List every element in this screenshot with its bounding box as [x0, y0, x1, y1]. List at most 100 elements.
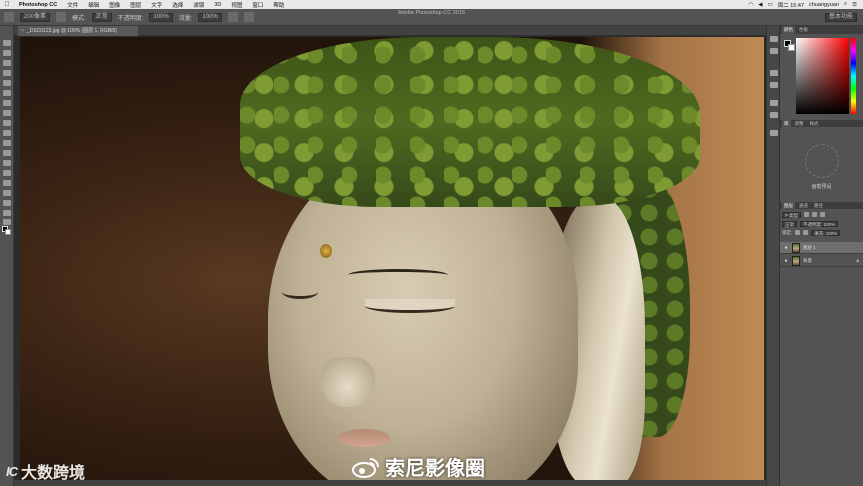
- panel-icon-strip: [766, 26, 780, 486]
- tab-adjustments[interactable]: 调整: [793, 120, 806, 127]
- tab-styles[interactable]: 样式: [808, 120, 821, 127]
- lock-pixels-icon[interactable]: [795, 230, 801, 235]
- menubar-status-area: ◠ ◀ ▭ 周二 15:47 chuangyuan ⌕ ☰: [748, 1, 863, 9]
- opacity-input[interactable]: 100%: [149, 12, 173, 22]
- layer-name[interactable]: 背景: [803, 258, 812, 264]
- tab-swatches[interactable]: 色板: [797, 26, 810, 34]
- layer-row[interactable]: ● 图层 1: [780, 242, 863, 254]
- layer-fill-input[interactable]: 填充: 100%: [811, 229, 841, 236]
- clock-text[interactable]: 周二 15:47: [778, 1, 804, 9]
- wifi-icon[interactable]: ◠: [748, 2, 753, 8]
- status-bar: [14, 480, 766, 486]
- layer-row[interactable]: ● 背景 🔒︎: [780, 255, 863, 267]
- path-select-tool-icon[interactable]: [3, 200, 11, 206]
- type-tool-icon[interactable]: [3, 190, 11, 196]
- menu-image[interactable]: 图像: [104, 1, 125, 9]
- eyedropper-tool-icon[interactable]: [3, 90, 11, 96]
- layers-panel-tabs: 图层 通道 路径: [780, 202, 863, 209]
- menu-help[interactable]: 帮助: [268, 1, 289, 9]
- menu-layer[interactable]: 图层: [125, 1, 146, 9]
- layer-kind-filter[interactable]: P 类型: [782, 211, 802, 218]
- filter-type-icon[interactable]: [820, 212, 826, 217]
- battery-icon[interactable]: ▭: [767, 2, 772, 8]
- airbrush-icon[interactable]: [227, 12, 238, 22]
- brush-panel-icon[interactable]: [770, 70, 778, 76]
- lasso-tool-icon[interactable]: [3, 60, 11, 66]
- move-tool-icon[interactable]: [3, 40, 11, 46]
- document-tab[interactable]: × _DSC0123.jpg @ 100% (图层 1, RGB/8): [18, 26, 138, 36]
- visibility-eye-icon[interactable]: ●: [783, 258, 789, 264]
- healing-brush-tool-icon[interactable]: [3, 100, 11, 106]
- quick-select-tool-icon[interactable]: [3, 70, 11, 76]
- menu-filter[interactable]: 滤镜: [188, 1, 209, 9]
- brush-presets-label: 画笔预设: [811, 184, 832, 190]
- menu-type[interactable]: 文字: [146, 1, 167, 9]
- hand-tool-icon[interactable]: [3, 210, 11, 216]
- mode-select[interactable]: 正常: [91, 12, 112, 22]
- tab-paths[interactable]: 路径: [812, 202, 825, 209]
- menu-3d[interactable]: 3D: [209, 2, 226, 8]
- document-canvas[interactable]: [20, 37, 764, 480]
- menu-file[interactable]: 文件: [62, 1, 83, 9]
- apple-icon[interactable]: : [0, 1, 14, 8]
- background-color-swatch[interactable]: [5, 229, 11, 235]
- filter-pixel-icon[interactable]: [804, 212, 810, 217]
- weibo-text: 索尼影像圈: [385, 458, 485, 480]
- menu-edit[interactable]: 编辑: [83, 1, 104, 9]
- pen-tool-icon[interactable]: [3, 180, 11, 186]
- menu-window[interactable]: 窗口: [247, 1, 268, 9]
- gradient-tool-icon[interactable]: [3, 150, 11, 156]
- menu-list-icon[interactable]: ☰: [852, 2, 857, 8]
- color-panel-tabs: 颜色 色板: [780, 26, 863, 34]
- tab-channels[interactable]: 通道: [797, 202, 810, 209]
- visibility-eye-icon[interactable]: ●: [783, 245, 789, 251]
- background-color-chip[interactable]: [788, 44, 795, 51]
- crop-tool-icon[interactable]: [3, 80, 11, 86]
- brush-tool-icon[interactable]: [3, 110, 11, 116]
- dodge-tool-icon[interactable]: [3, 170, 11, 176]
- zoom-tool-icon[interactable]: [3, 219, 11, 225]
- library-panel-tabs: 库 调整 样式: [780, 120, 863, 127]
- clone-source-panel-icon[interactable]: [770, 82, 778, 88]
- layer-opacity-input[interactable]: 不透明度: 100%: [800, 220, 839, 227]
- brush-tool-preset-icon[interactable]: [4, 12, 14, 22]
- tab-color[interactable]: 颜色: [782, 26, 795, 34]
- workspace-select[interactable]: 基本功能: [824, 12, 857, 22]
- lock-icon: 🔒︎: [856, 257, 859, 264]
- volume-icon[interactable]: ◀: [758, 2, 762, 8]
- blend-mode-select[interactable]: 正常: [782, 220, 797, 227]
- hue-slider[interactable]: [851, 38, 856, 114]
- document-tab-bar: × _DSC0123.jpg @ 100% (图层 1, RGB/8): [14, 26, 766, 36]
- tab-layers[interactable]: 图层: [782, 202, 795, 209]
- marquee-tool-icon[interactable]: [3, 50, 11, 56]
- brush-size-picker[interactable]: 200像素: [20, 12, 51, 22]
- color-field[interactable]: [796, 38, 849, 114]
- close-icon[interactable]: ×: [21, 28, 24, 34]
- options-bar: 200像素 模式: 正常 不透明度: 100% 流量: 100% 基本功能: [0, 9, 863, 26]
- flow-input[interactable]: 100%: [198, 12, 222, 22]
- lock-row: 锁定: 填充: 100%: [782, 229, 861, 236]
- tab-libraries[interactable]: 库: [782, 120, 791, 127]
- character-panel-icon[interactable]: [770, 100, 778, 106]
- layer-name[interactable]: 图层 1: [803, 245, 816, 251]
- filter-adjustment-icon[interactable]: [812, 212, 818, 217]
- history-brush-tool-icon[interactable]: [3, 130, 11, 136]
- brush-panel-toggle-icon[interactable]: [56, 12, 67, 22]
- menu-app-name[interactable]: Photoshop CC: [14, 2, 62, 8]
- info-panel-icon[interactable]: [770, 130, 778, 136]
- flow-label: 流量:: [178, 15, 193, 22]
- clone-stamp-tool-icon[interactable]: [3, 120, 11, 126]
- user-name[interactable]: chuangyuan: [809, 2, 839, 8]
- lock-position-icon[interactable]: [803, 230, 809, 235]
- menu-view[interactable]: 视图: [226, 1, 247, 9]
- properties-panel-icon[interactable]: [770, 48, 778, 54]
- blur-tool-icon[interactable]: [3, 160, 11, 166]
- pressure-size-icon[interactable]: [243, 12, 254, 22]
- eraser-tool-icon[interactable]: [3, 140, 11, 146]
- brand-watermark: IC 大数跨境: [6, 460, 85, 483]
- lock-label: 锁定:: [782, 229, 793, 235]
- paragraph-panel-icon[interactable]: [770, 112, 778, 118]
- history-panel-icon[interactable]: [770, 36, 778, 42]
- search-icon[interactable]: ⌕: [844, 1, 847, 8]
- menu-select[interactable]: 选择: [167, 1, 188, 9]
